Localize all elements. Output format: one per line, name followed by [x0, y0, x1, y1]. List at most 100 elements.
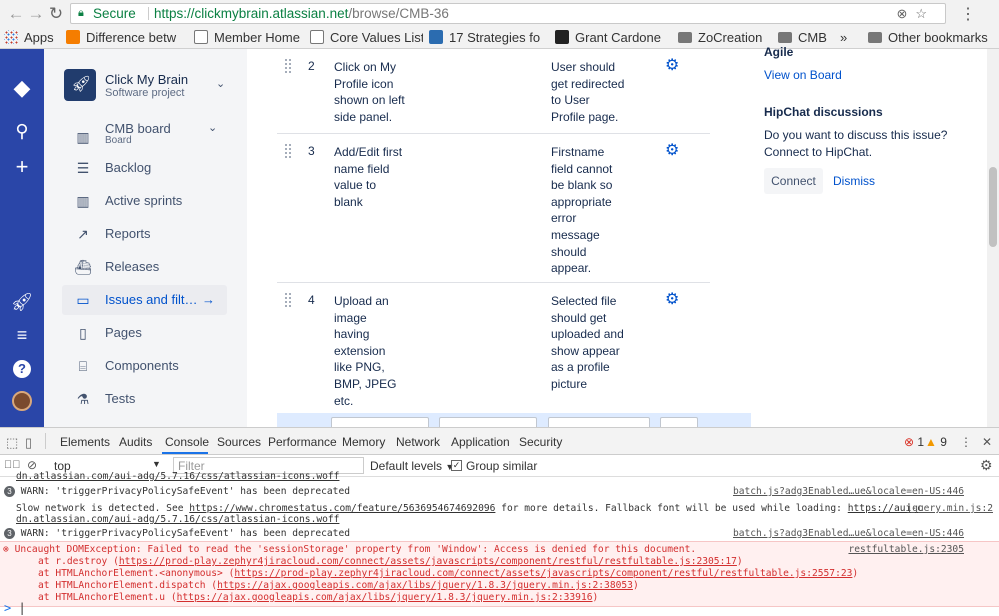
- sidebar-item-tests[interactable]: ⚗︎ Tests: [62, 384, 227, 414]
- warning-count-badge[interactable]: ▲ 9: [925, 435, 947, 449]
- tab-performance[interactable]: Performance: [268, 435, 337, 449]
- sidebar-item-pages[interactable]: ▯ Pages: [62, 318, 227, 348]
- sidebar-item-releases[interactable]: ⛴︎ Releases: [62, 252, 227, 282]
- gear-icon[interactable]: ⚙: [665, 289, 679, 309]
- step-text[interactable]: Add/Edit first name field value to blank: [334, 144, 424, 210]
- sidebar-item-label: Issues and filt…: [105, 292, 198, 307]
- tab-audits[interactable]: Audits: [119, 435, 152, 449]
- view-on-board-link[interactable]: View on Board: [764, 68, 842, 82]
- chevron-down-icon[interactable]: ⌄: [208, 113, 217, 143]
- site-settings-icon[interactable]: ⊗: [896, 6, 915, 21]
- drag-handle-icon[interactable]: [285, 59, 291, 73]
- inspect-icon[interactable]: ⬚: [6, 435, 18, 451]
- console-prompt[interactable]: > |: [4, 601, 999, 615]
- tab-application[interactable]: Application: [451, 435, 510, 449]
- sidebar-item-label: Backlog: [105, 160, 152, 175]
- prompt-caret: >: [4, 601, 12, 615]
- bookmark-star-icon[interactable]: ☆: [915, 6, 935, 21]
- step-number: 3: [308, 144, 315, 158]
- gear-icon[interactable]: ⚙: [665, 55, 679, 75]
- hipchat-text: Do you want to discuss this issue?: [764, 128, 948, 142]
- console-source[interactable]: jquery.min.js:2: [906, 503, 993, 514]
- tab-memory[interactable]: Memory: [342, 435, 385, 449]
- back-icon[interactable]: ←: [6, 4, 26, 24]
- chevron-down-icon[interactable]: ⌄: [216, 77, 225, 90]
- console-link[interactable]: dn.atlassian.com/aui-adg/5.7.16/css/atla…: [16, 471, 339, 482]
- browser-menu-icon[interactable]: ⋮: [958, 4, 978, 24]
- stack-link[interactable]: https://ajax.googleapis.com/ajax/libs/jq…: [217, 580, 633, 591]
- error-count-badge[interactable]: ⊗ 1: [904, 435, 924, 449]
- dismiss-link[interactable]: Dismiss: [833, 174, 875, 188]
- step-text[interactable]: Click on My Profile icon shown on left side…: [334, 59, 424, 125]
- bookmark-zocreation[interactable]: ZoCreation: [678, 27, 773, 49]
- console-link[interactable]: https://www.chromestatus.com/feature/563…: [189, 503, 495, 514]
- help-icon[interactable]: ?: [0, 357, 44, 378]
- create-icon[interactable]: +: [0, 154, 44, 180]
- connect-button[interactable]: Connect: [764, 168, 823, 194]
- rocket-icon[interactable]: 🚀︎: [0, 292, 44, 313]
- add-step-button[interactable]: [660, 417, 698, 427]
- project-header[interactable]: 🚀︎ Click My Brain Software project ⌄: [64, 69, 244, 103]
- sidebar-item-issues[interactable]: ▭ Issues and filt… →: [62, 285, 227, 315]
- tab-sources[interactable]: Sources: [217, 435, 261, 449]
- expected-result[interactable]: Firstname field cannot be blank so appropri…: [551, 144, 631, 277]
- step-text[interactable]: Upload an image having extension like PNG, BM…: [334, 293, 424, 409]
- bookmark-member-home[interactable]: Member Home: [194, 27, 304, 49]
- drag-handle-icon[interactable]: [285, 144, 291, 158]
- new-step-input[interactable]: [331, 417, 429, 427]
- expected-result[interactable]: Selected file should get uploaded and show …: [551, 293, 631, 393]
- project-rocket-icon: 🚀︎: [64, 69, 96, 101]
- bookmark-difference[interactable]: Difference betw: [66, 27, 181, 49]
- page-scrollbar[interactable]: [987, 49, 999, 427]
- tab-elements[interactable]: Elements: [60, 435, 110, 449]
- table-row[interactable]: 3 Add/Edit first name field value to blank …: [277, 134, 710, 283]
- sidebar-item-components[interactable]: ⌸ Components: [62, 351, 227, 381]
- devtools-menu-icon[interactable]: ⋮: [960, 435, 972, 449]
- stack-link[interactable]: https://prod-play.zephyr4jiracloud.com/c…: [119, 556, 737, 567]
- console-link[interactable]: dn.atlassian.com/aui-adg/5.7.16/css/atla…: [16, 514, 339, 525]
- menu-icon[interactable]: ≡: [0, 325, 44, 346]
- close-icon[interactable]: ✕: [982, 435, 992, 449]
- error-source[interactable]: restfultable.js:2305: [848, 544, 964, 555]
- board-switcher[interactable]: ▥ CMB board Board ⌄: [62, 121, 227, 150]
- avatar[interactable]: [0, 391, 44, 416]
- console-message: WARN: 'triggerPrivacyPolicySafeEvent' ha…: [20, 486, 351, 497]
- console-source[interactable]: batch.js?adg3Enabled…ue&locale=en-US:446: [733, 486, 964, 497]
- tab-security[interactable]: Security: [519, 435, 562, 449]
- address-bar[interactable]: 🔒︎ Secure https://clickmybrain.atlassian…: [70, 3, 946, 24]
- bookmark-apps[interactable]: Apps: [4, 27, 62, 49]
- url-text[interactable]: https://clickmybrain.atlassian.net/brows…: [154, 4, 449, 23]
- sidebar-item-backlog[interactable]: ☰ Backlog: [62, 153, 227, 183]
- table-row[interactable]: 2 Click on My Profile icon shown on left si…: [277, 49, 710, 134]
- forward-icon[interactable]: →: [26, 4, 46, 24]
- group-similar-checkbox[interactable]: ✓: [451, 460, 462, 471]
- bookmark-core-values[interactable]: Core Values List: [310, 27, 423, 49]
- search-icon[interactable]: ⚲: [0, 121, 44, 142]
- reload-icon[interactable]: ↻: [46, 4, 66, 24]
- expected-result[interactable]: User should get redirected to User Profile …: [551, 59, 631, 125]
- console-source[interactable]: batch.js?adg3Enabled…ue&locale=en-US:446: [733, 528, 964, 539]
- scrollbar-thumb[interactable]: [989, 167, 997, 247]
- step-number: 2: [308, 59, 315, 73]
- new-data-input[interactable]: [439, 417, 537, 427]
- table-row[interactable]: 4 Upload an image having extension like PNG,…: [277, 283, 710, 414]
- stack-frame: at HTMLAnchorElement.<anonymous> (https:…: [38, 568, 859, 579]
- bookmarks-overflow[interactable]: »: [840, 27, 854, 49]
- project-sidebar: 🚀︎ Click My Brain Software project ⌄ ▥ C…: [44, 49, 247, 427]
- gear-icon[interactable]: ⚙: [665, 140, 679, 160]
- new-result-input[interactable]: [548, 417, 650, 427]
- bookmark-other[interactable]: Other bookmarks: [868, 27, 996, 49]
- clear-console-icon[interactable]: ⊘: [27, 458, 37, 472]
- sidebar-toggle-icon[interactable]: ▶⃞: [4, 459, 21, 471]
- device-toolbar-icon[interactable]: ▯: [25, 435, 32, 451]
- bookmark-grant-cardone[interactable]: Grant Cardone: [555, 27, 667, 49]
- tab-console[interactable]: Console: [165, 435, 209, 449]
- stack-link[interactable]: https://prod-play.zephyr4jiracloud.com/c…: [234, 568, 852, 579]
- sidebar-item-reports[interactable]: ↗ Reports: [62, 219, 227, 249]
- sidebar-item-active-sprints[interactable]: ▥ Active sprints: [62, 186, 227, 216]
- tab-network[interactable]: Network: [396, 435, 440, 449]
- bookmark-17-strategies[interactable]: 17 Strategies fo: [429, 27, 543, 49]
- global-sidebar: ◆ ⚲ + 🚀︎ ≡ ?: [0, 49, 44, 427]
- drag-handle-icon[interactable]: [285, 293, 291, 307]
- jira-logo-icon[interactable]: ◆: [0, 75, 44, 101]
